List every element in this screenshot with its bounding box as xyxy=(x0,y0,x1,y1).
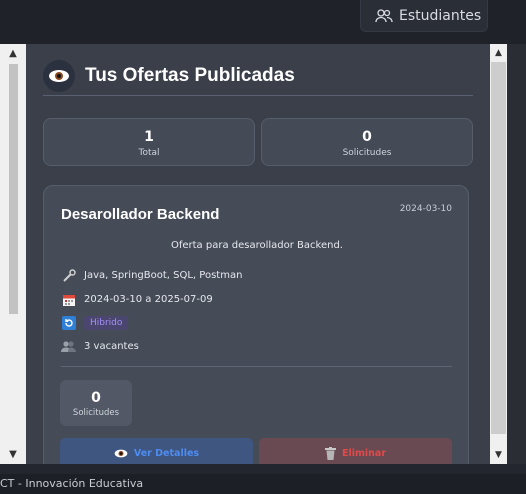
refresh-icon xyxy=(61,315,76,330)
stat-total-value: 1 xyxy=(144,129,154,145)
stat-requests-value: 0 xyxy=(362,129,372,145)
offer-requests-label: Solicitudes xyxy=(72,408,120,418)
stat-requests: 0 Solicitudes xyxy=(261,118,473,166)
offer-card: Desarollador Backend 2024-03-10 Oferta p… xyxy=(43,185,469,464)
stat-total-label: Total xyxy=(138,148,160,158)
modal-scroll-down-arrow[interactable]: ▼ xyxy=(490,450,507,460)
delete-label: Eliminar xyxy=(341,447,387,459)
eye-icon xyxy=(114,449,128,457)
people-icon xyxy=(61,339,76,354)
modal-scroll-up-arrow[interactable]: ▲ xyxy=(490,48,507,58)
offer-vacancies: 3 vacantes xyxy=(84,341,139,352)
offer-requests-value: 0 xyxy=(91,390,101,406)
offer-title: Desarollador Backend xyxy=(61,206,220,223)
modal-scrollbar[interactable]: ▲ ▼ xyxy=(490,44,507,464)
card-divider xyxy=(61,366,452,367)
wrench-icon xyxy=(61,268,76,283)
offer-skills: Java, SpringBoot, SQL, Postman xyxy=(84,270,243,281)
stat-total: 1 Total xyxy=(43,118,255,166)
offer-description: Oferta para desarollador Backend. xyxy=(170,240,343,251)
trash-icon xyxy=(324,446,336,460)
calendar-icon xyxy=(61,292,76,307)
offer-date: 2024-03-10 xyxy=(399,204,452,214)
offer-vacancies-row: 3 vacantes xyxy=(61,339,139,354)
footer-text: CT - Innovación Educativa xyxy=(0,477,144,490)
offers-modal: Tus Ofertas Publicadas 1 Total 0 Solicit… xyxy=(26,44,490,464)
modality-badge: Hibrido xyxy=(84,315,129,330)
offer-modality-row: Hibrido xyxy=(61,315,129,330)
scroll-down-arrow[interactable]: ▼ xyxy=(0,449,26,460)
view-details-label: Ver Detalles xyxy=(133,447,200,459)
modal-scroll-thumb[interactable] xyxy=(491,62,506,434)
background-scrollbar[interactable]: ▲ ▼ xyxy=(0,44,26,464)
footer: CT - Innovación Educativa xyxy=(0,474,526,494)
offer-period-row: 2024-03-10 a 2025-07-09 xyxy=(61,292,213,307)
stat-requests-label: Solicitudes xyxy=(342,148,392,158)
modal-header: Tus Ofertas Publicadas xyxy=(43,56,473,96)
view-details-button[interactable]: Ver Detalles xyxy=(60,438,253,464)
scroll-up-arrow[interactable]: ▲ xyxy=(0,48,26,59)
students-label: Estudiantes xyxy=(399,7,482,24)
users-icon xyxy=(375,8,393,22)
offer-period: 2024-03-10 a 2025-07-09 xyxy=(84,294,213,305)
modal-title: Tus Ofertas Publicadas xyxy=(85,64,295,86)
offer-requests-stat: 0 Solicitudes xyxy=(60,380,132,426)
right-background-strip xyxy=(507,44,526,464)
scroll-thumb[interactable] xyxy=(9,64,18,314)
eye-icon xyxy=(43,59,75,92)
students-button[interactable]: Estudiantes xyxy=(360,0,488,32)
delete-button[interactable]: Eliminar xyxy=(259,438,452,464)
offer-skills-row: Java, SpringBoot, SQL, Postman xyxy=(61,268,242,283)
